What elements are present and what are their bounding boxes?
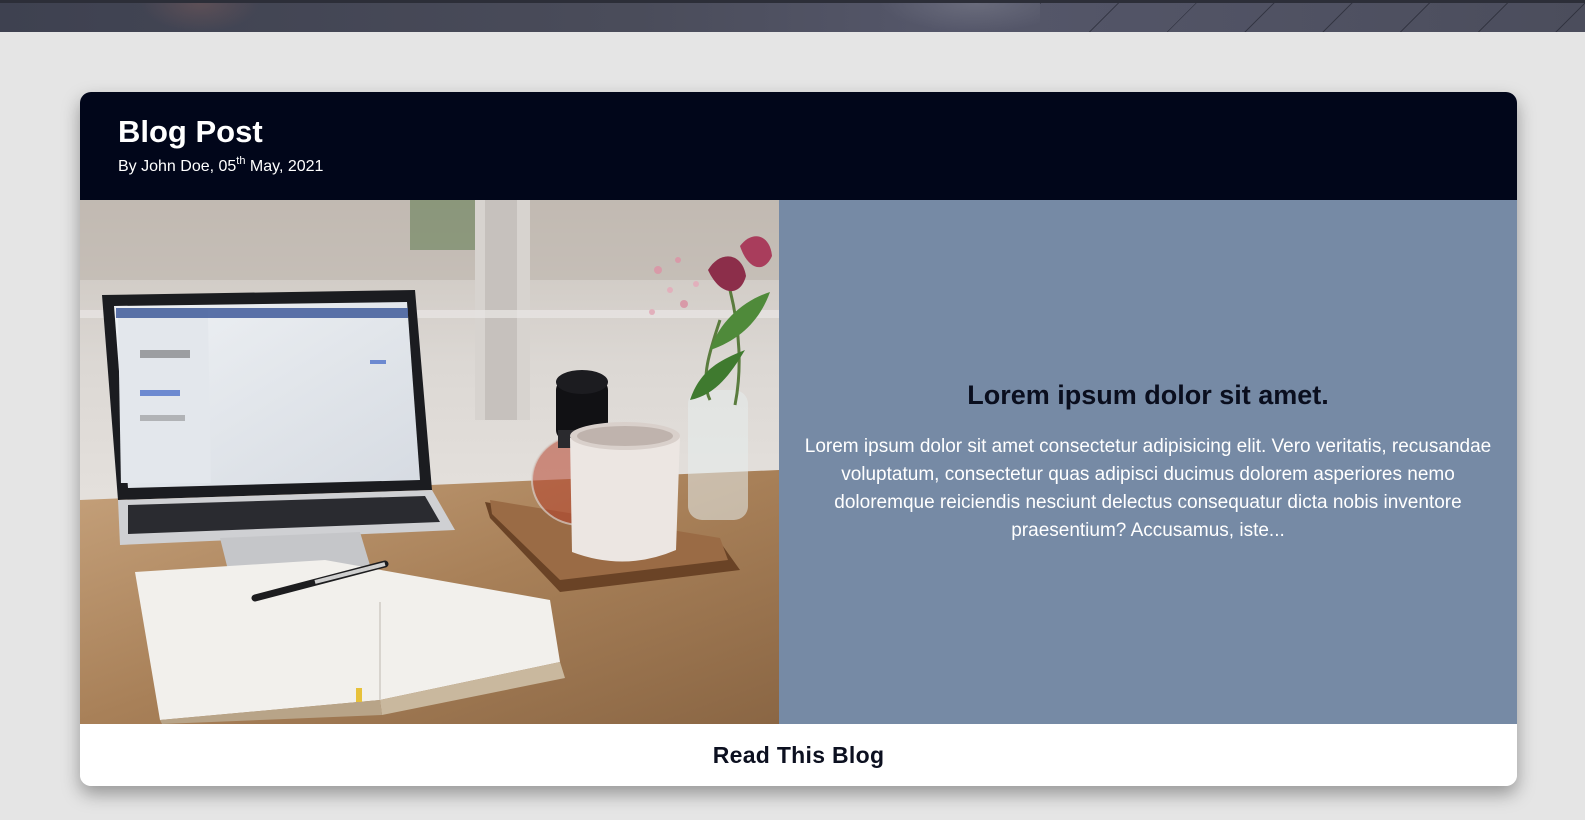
byline-author-date: By John Doe, 05 xyxy=(118,158,237,175)
read-blog-label: Read This Blog xyxy=(712,741,885,768)
blog-cover-image xyxy=(80,200,779,724)
blog-card: Blog Post By John Doe, 05th May, 2021 Lo… xyxy=(80,92,1517,786)
blog-heading: Lorem ipsum dolor sit amet. xyxy=(967,380,1329,410)
blog-title: Blog Post xyxy=(118,114,263,149)
blog-text-panel: Lorem ipsum dolor sit amet. Lorem ipsum … xyxy=(779,200,1517,724)
read-blog-button[interactable]: Read This Blog xyxy=(80,724,1517,786)
blog-card-body: Lorem ipsum dolor sit amet. Lorem ipsum … xyxy=(80,200,1517,724)
desk-photo-illustration xyxy=(80,200,779,724)
hero-banner-strip xyxy=(0,0,1585,32)
blog-byline: By John Doe, 05th May, 2021 xyxy=(118,156,324,177)
byline-month-year: May, 2021 xyxy=(245,158,324,175)
blog-card-header: Blog Post By John Doe, 05th May, 2021 xyxy=(80,92,1517,200)
blog-excerpt: Lorem ipsum dolor sit amet consectetur a… xyxy=(804,436,1492,541)
